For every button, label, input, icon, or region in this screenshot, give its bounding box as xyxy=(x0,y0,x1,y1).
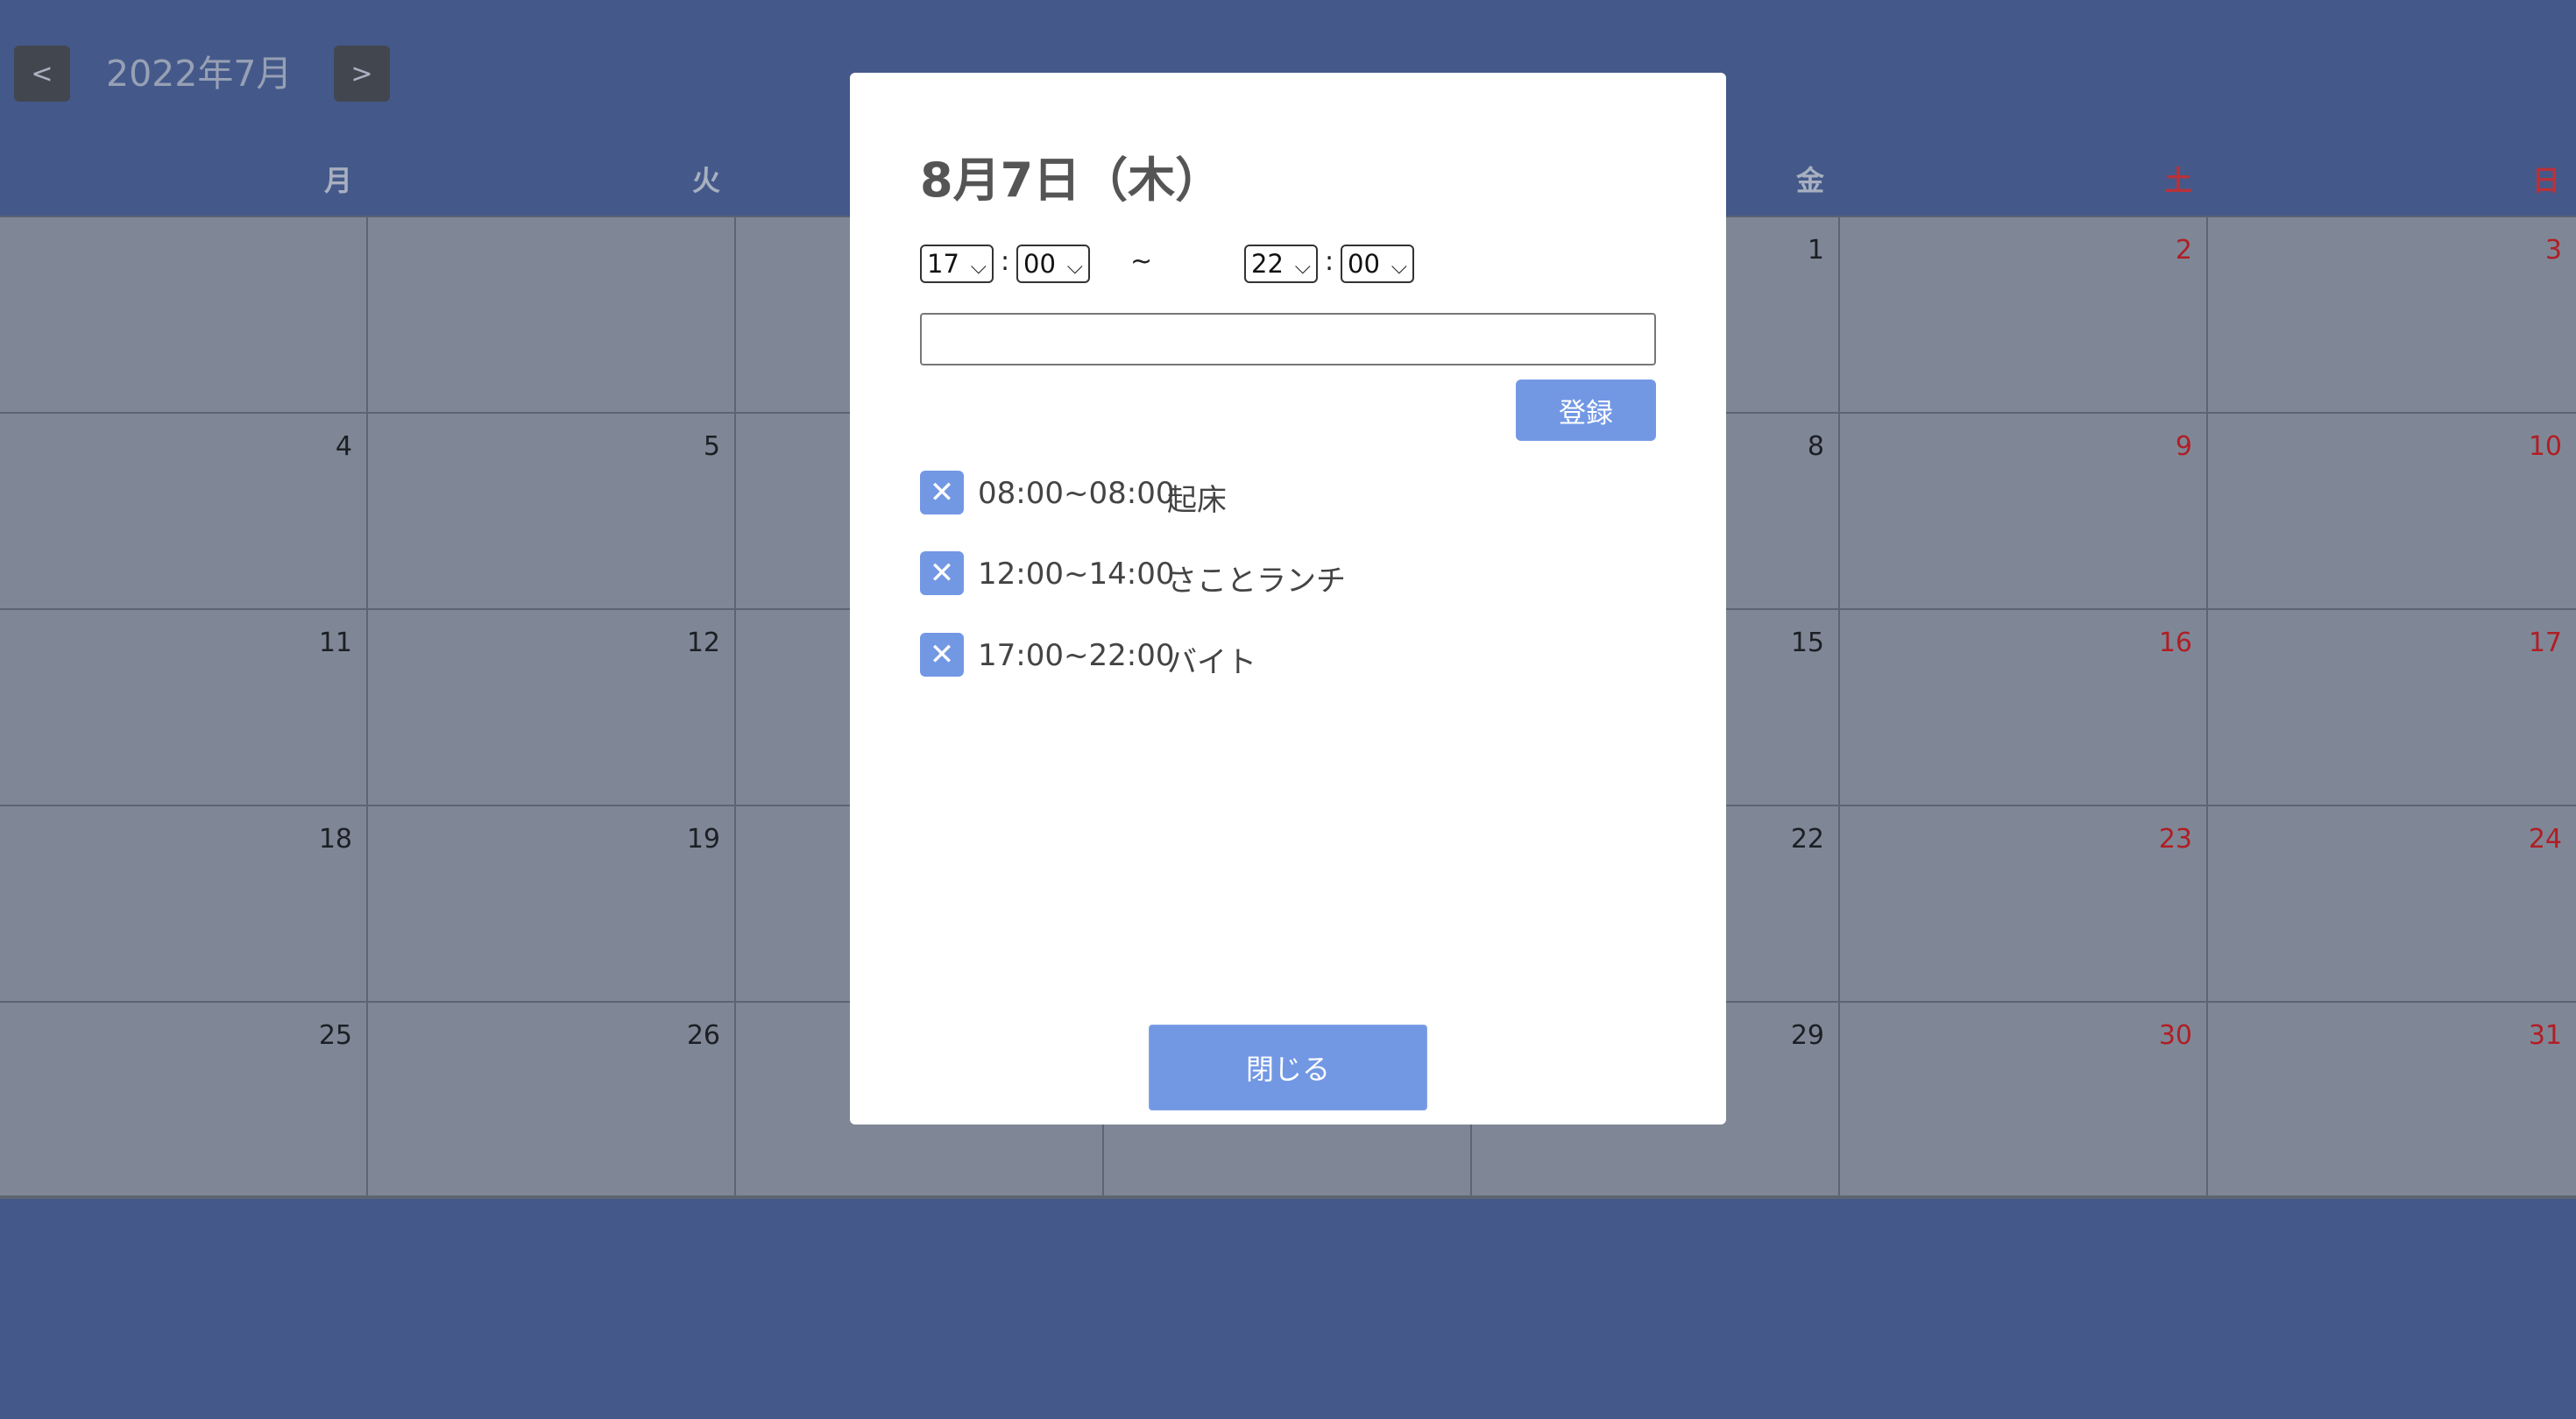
day-cell[interactable]: 26 xyxy=(368,1003,736,1199)
time-colon: : xyxy=(1001,246,1010,277)
day-number: 26 xyxy=(686,1020,720,1051)
event-item: ✕ 17:00~22:00 バイト xyxy=(920,633,1656,680)
close-icon[interactable]: ✕ xyxy=(920,551,964,595)
time-range-row: 17 ⌵ : 00 ⌵ ~ 22 ⌵ : 00 ⌵ xyxy=(920,245,1490,285)
start-minute-select[interactable]: 00 ⌵ xyxy=(1016,245,1090,283)
chevron-down-icon: ⌵ xyxy=(1391,254,1407,279)
day-number: 16 xyxy=(2158,628,2192,658)
time-colon: : xyxy=(1325,246,1334,277)
day-number: 24 xyxy=(2528,824,2562,855)
day-cell[interactable]: 9 xyxy=(1840,414,2208,610)
event-title: さことランチ xyxy=(1167,564,1346,599)
event-time: 08:00~08:00 xyxy=(978,476,1175,511)
day-cell[interactable]: 30 xyxy=(1840,1003,2208,1199)
day-number: 8 xyxy=(1807,431,1824,462)
event-time: 17:00~22:00 xyxy=(978,638,1175,673)
day-cell[interactable]: 31 xyxy=(2208,1003,2576,1199)
month-title: 2022年7月 xyxy=(106,53,293,95)
weekday-sun: 日 xyxy=(2531,164,2560,197)
day-cell[interactable]: 23 xyxy=(1840,806,2208,1003)
weekday-mon: 月 xyxy=(323,164,352,197)
day-cell[interactable]: 19 xyxy=(368,806,736,1003)
day-cell[interactable]: 2 xyxy=(1840,217,2208,414)
end-minute-select[interactable]: 00 ⌵ xyxy=(1341,245,1414,283)
close-modal-button[interactable]: 閉じる xyxy=(1149,1025,1427,1110)
day-cell[interactable]: 18 xyxy=(0,806,368,1003)
weekday-sat: 土 xyxy=(2163,164,2192,197)
range-separator: ~ xyxy=(1130,246,1153,277)
day-number: 23 xyxy=(2158,824,2192,855)
day-number: 10 xyxy=(2528,431,2562,462)
day-number: 25 xyxy=(318,1020,352,1051)
event-item: ✕ 12:00~14:00 さことランチ xyxy=(920,551,1656,599)
register-button[interactable]: 登録 xyxy=(1516,380,1656,441)
chevron-down-icon: ⌵ xyxy=(1294,254,1311,279)
day-number: 30 xyxy=(2158,1020,2192,1051)
end-hour-select[interactable]: 22 ⌵ xyxy=(1244,245,1318,283)
day-cell[interactable]: 10 xyxy=(2208,414,2576,610)
modal-date-title: 8月7日（木） xyxy=(920,153,1223,208)
weekday-tue: 火 xyxy=(691,164,720,197)
day-number: 29 xyxy=(1790,1020,1824,1051)
day-number: 1 xyxy=(1807,235,1824,266)
day-number: 19 xyxy=(686,824,720,855)
chevron-down-icon: ⌵ xyxy=(970,254,987,279)
day-cell[interactable]: 3 xyxy=(2208,217,2576,414)
day-number: 18 xyxy=(318,824,352,855)
day-cell[interactable]: 12 xyxy=(368,610,736,806)
chevron-down-icon: ⌵ xyxy=(1066,254,1083,279)
start-hour-value: 17 xyxy=(927,249,959,279)
event-title: 起床 xyxy=(1167,483,1227,518)
day-cell[interactable]: 5 xyxy=(368,414,736,610)
event-title-input[interactable] xyxy=(920,313,1656,365)
day-cell[interactable]: 16 xyxy=(1840,610,2208,806)
day-cell[interactable]: 17 xyxy=(2208,610,2576,806)
event-title: バイト xyxy=(1167,645,1256,680)
close-icon[interactable]: ✕ xyxy=(920,471,964,514)
event-time: 12:00~14:00 xyxy=(978,557,1175,592)
day-number: 2 xyxy=(2175,235,2192,266)
day-cell[interactable]: 11 xyxy=(0,610,368,806)
day-cell[interactable] xyxy=(368,217,736,414)
day-number: 4 xyxy=(335,431,352,462)
day-number: 11 xyxy=(318,628,352,658)
day-number: 15 xyxy=(1790,628,1824,658)
day-number: 5 xyxy=(703,431,720,462)
day-detail-modal: 8月7日（木） 17 ⌵ : 00 ⌵ ~ 22 ⌵ : 00 ⌵ 登録 ✕ 0… xyxy=(850,73,1726,1125)
day-number: 9 xyxy=(2175,431,2192,462)
close-icon[interactable]: ✕ xyxy=(920,633,964,677)
day-cell[interactable] xyxy=(0,217,368,414)
start-hour-select[interactable]: 17 ⌵ xyxy=(920,245,994,283)
day-number: 22 xyxy=(1790,824,1824,855)
start-minute-value: 00 xyxy=(1023,249,1056,279)
next-month-button[interactable]: > xyxy=(334,46,390,102)
end-minute-value: 00 xyxy=(1348,249,1380,279)
day-number: 17 xyxy=(2528,628,2562,658)
day-cell[interactable]: 24 xyxy=(2208,806,2576,1003)
day-number: 31 xyxy=(2528,1020,2562,1051)
day-cell[interactable]: 25 xyxy=(0,1003,368,1199)
end-hour-value: 22 xyxy=(1251,249,1284,279)
day-cell[interactable]: 4 xyxy=(0,414,368,610)
day-number: 12 xyxy=(686,628,720,658)
event-item: ✕ 08:00~08:00 起床 xyxy=(920,471,1656,518)
day-number: 3 xyxy=(2544,235,2562,266)
prev-month-button[interactable]: < xyxy=(14,46,70,102)
